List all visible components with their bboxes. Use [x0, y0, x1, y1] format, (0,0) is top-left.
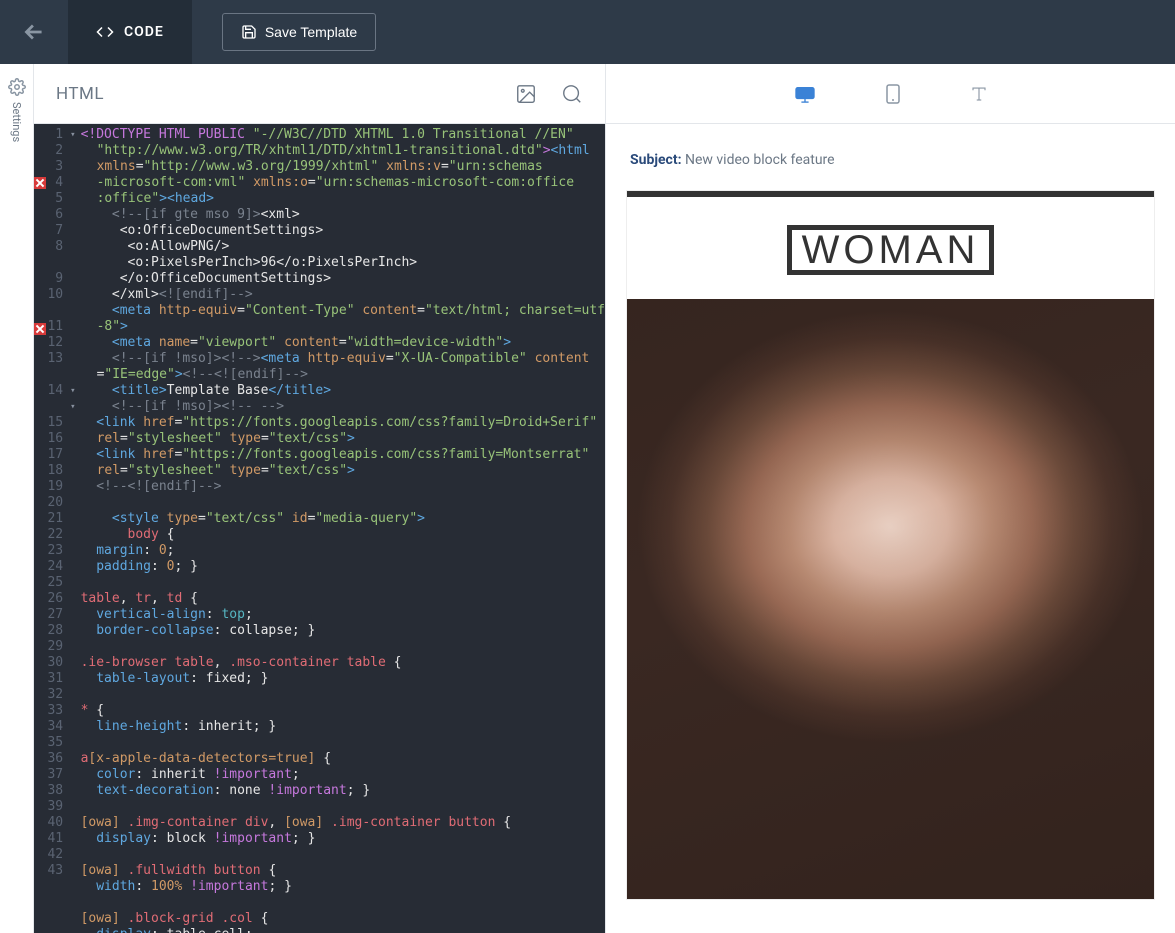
hero-image [627, 299, 1154, 899]
save-button-label: Save Template [265, 24, 357, 40]
search-icon[interactable] [561, 83, 583, 105]
save-icon [241, 24, 257, 40]
text-view-button[interactable] [970, 85, 988, 103]
subject-value: New video block feature [685, 152, 835, 168]
logo-area: WOMAN [627, 197, 1154, 299]
code-lines[interactable]: <!DOCTYPE HTML PUBLIC "-//W3C//DTD XHTML… [77, 124, 605, 933]
desktop-view-button[interactable] [794, 85, 816, 103]
settings-label: Settings [10, 102, 23, 142]
editor-panel: HTML 12345678910111213141516171819202122… [34, 64, 606, 933]
image-icon[interactable] [515, 83, 537, 105]
logo-text: WOMAN [787, 225, 995, 275]
subject-label: Subject: [630, 152, 682, 168]
editor-title: HTML [56, 84, 104, 104]
subject-line: Subject: New video block feature [630, 152, 1155, 168]
code-tab-label: CODE [124, 24, 164, 40]
settings-rail[interactable]: Settings [0, 64, 34, 933]
preview-body: Subject: New video block feature WOMAN [606, 124, 1175, 933]
app-header: CODE Save Template [0, 0, 1175, 64]
preview-devices [606, 64, 1175, 124]
main-area: Settings HTML 12345678910111213141516171… [0, 64, 1175, 933]
email-preview[interactable]: WOMAN [626, 190, 1155, 900]
code-tab[interactable]: CODE [68, 0, 192, 64]
gear-icon [8, 78, 26, 96]
preview-panel: Subject: New video block feature WOMAN [606, 64, 1175, 933]
fold-gutter: ▾▾▾ [69, 124, 76, 933]
mobile-view-button[interactable] [886, 84, 900, 104]
editor-toolbar: HTML [34, 64, 605, 124]
line-gutter: 1234567891011121314151617181920212223242… [46, 124, 69, 933]
code-editor[interactable]: 1234567891011121314151617181920212223242… [34, 124, 605, 933]
save-template-button[interactable]: Save Template [222, 13, 376, 51]
code-icon [96, 23, 114, 41]
back-button[interactable] [0, 0, 68, 64]
